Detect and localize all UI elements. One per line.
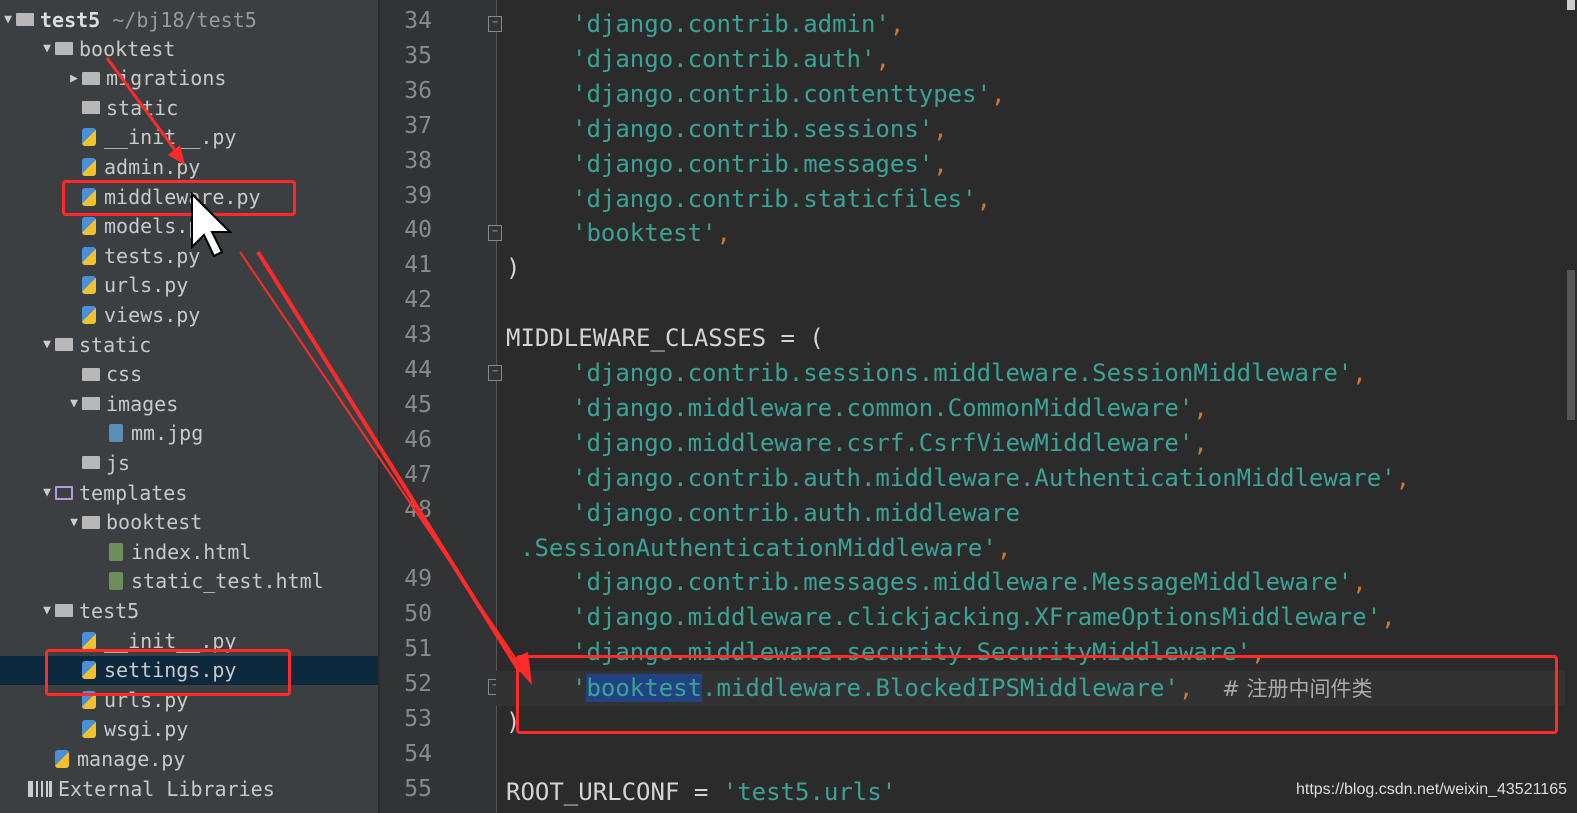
arrow-line (105, 57, 177, 151)
annotation-arrows (105, 57, 532, 685)
arrow-line (256, 250, 522, 674)
editor-scrollbar[interactable] (1565, 0, 1577, 813)
arrow-head (168, 145, 185, 165)
watermark: https://blog.csdn.net/weixin_43521165 (1295, 781, 1567, 798)
arrow-head (510, 652, 532, 685)
